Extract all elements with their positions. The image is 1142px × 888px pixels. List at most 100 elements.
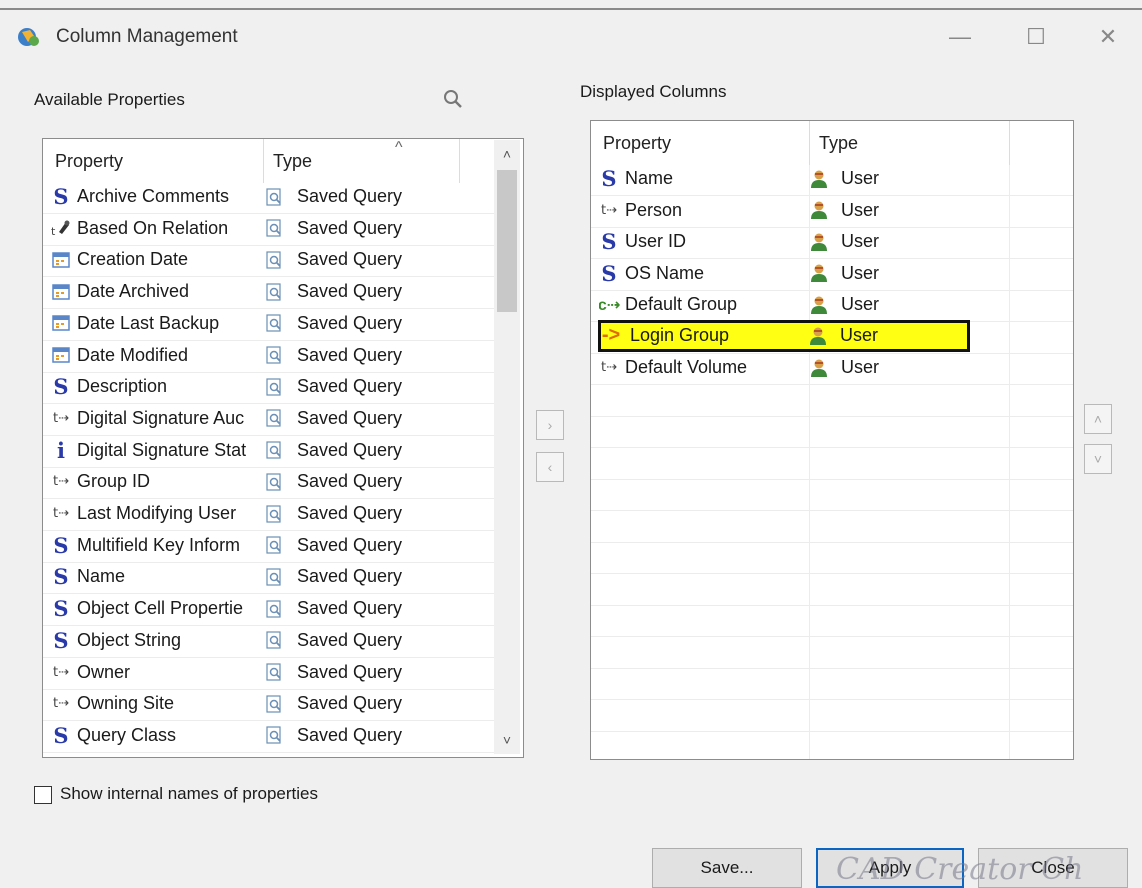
list-row[interactable]: S OS Name User [591,258,1073,289]
property-name: Object String [77,629,182,650]
grid-line [43,276,495,278]
column-header-type[interactable]: Type [273,151,312,172]
list-row[interactable]: t⇢ Default Volume User [591,352,1073,383]
property-name: Date Archived [77,281,190,302]
grid-line [43,434,495,436]
property-cell: S User ID [599,226,803,257]
available-list-scrollbar[interactable]: ˄ ˅ [494,140,520,754]
column-header-type[interactable]: Type [819,133,858,154]
list-row[interactable]: i Digital Signature Stat Saved Query [43,435,495,466]
list-row-highlighted[interactable]: -> Login Group User [590,320,1072,352]
list-row[interactable]: c⇢ Default Group User [591,289,1073,320]
scrollbar-thumb[interactable] [497,170,517,312]
list-row[interactable]: t⇢ Group ID Saved Query [43,466,495,497]
property-name: Digital Signature Auc [77,407,245,428]
saved-query-icon [265,661,285,683]
grid-line [591,604,1073,606]
list-row[interactable]: t⇢ Person User [591,195,1073,226]
type-name: User [841,168,880,188]
list-row[interactable]: t⇢ Owning Site Saved Query [43,688,495,719]
grid-line [43,530,495,531]
column-header-property[interactable]: Property [603,133,671,154]
list-row[interactable]: Creation Date Saved Query [43,244,495,275]
grid-line [591,636,1073,637]
type-name: Saved Query [297,629,403,650]
column-header-property[interactable]: Property [55,151,123,172]
list-row[interactable]: S Object Cell Propertie Saved Query [43,593,495,624]
app-icon [18,28,39,46]
t-reference-icon: t⇢ [53,696,69,712]
close-window-button[interactable]: ✕ [1088,20,1128,54]
type-cell: Saved Query [265,530,402,561]
grid-line [591,730,1073,732]
minimize-button[interactable]: — [940,20,980,54]
scroll-down-icon[interactable]: ˅ [494,726,520,754]
saved-query-icon [265,724,285,746]
saved-query-icon [265,471,285,493]
type-cell: Saved Query [265,720,402,751]
search-icon[interactable] [440,86,466,112]
list-row[interactable]: Date Last Backup Saved Query [43,308,495,339]
list-row[interactable]: t⇢ Last Modifying User Saved Query [43,498,495,529]
list-row[interactable]: Date Archived Saved Query [43,276,495,307]
list-row[interactable]: S Archive Comments Saved Query [43,181,495,212]
property-cell: t⇢ Owner [51,657,259,688]
property-cell: Date Archived [51,276,259,307]
list-row[interactable]: S Name Saved Query [43,561,495,592]
type-name: Saved Query [297,534,403,555]
property-cell: t Based On Relation [51,213,259,244]
list-row[interactable]: t Based On Relation Saved Query [43,213,495,244]
list-row[interactable]: S User ID User [591,226,1073,257]
s-string-icon: S [601,166,617,191]
list-row[interactable]: S Description Saved Query [43,371,495,402]
show-internal-names-checkbox[interactable] [34,786,52,804]
saved-query-icon [265,312,285,334]
type-cell: Saved Query [265,340,402,371]
type-name: User [840,325,879,345]
list-row[interactable]: S Name User [591,163,1073,194]
type-cell: User [809,352,879,383]
calendar-icon [51,249,71,271]
list-row[interactable]: Date Modified Saved Query [43,340,495,371]
property-name: Multifield Key Inform [77,534,241,555]
user-icon [809,357,829,379]
remove-column-button[interactable]: ‹ [536,452,564,482]
type-name: Saved Query [297,503,403,523]
property-cell: S Multifield Key Inform [51,530,259,561]
highlight-overlay-row[interactable]: -> Login Group User [590,320,1072,352]
type-cell: Saved Query [265,276,402,307]
grid-line [591,226,1073,228]
property-name: Creation Date [77,249,189,270]
save-button[interactable]: Save... [652,848,802,888]
sort-ascending-icon: ^ [395,139,403,156]
available-properties-list[interactable]: Property Type ^ S Archive Comments Saved Q… [42,138,524,758]
scroll-up-icon[interactable]: ˄ [494,140,520,168]
grid-line [43,213,495,214]
title-bar: Column Management — ☐ ✕ [0,10,1142,62]
list-row[interactable]: S Query Class Saved Query [43,720,495,751]
list-row[interactable]: t⇢ Digital Signature Auc Saved Query [43,403,495,434]
move-down-button[interactable]: ˅ [1084,444,1112,474]
grid-line [43,371,495,373]
user-icon [809,294,829,316]
maximize-button[interactable]: ☐ [1016,20,1056,54]
type-name: User [841,294,880,314]
available-properties-label: Available Properties [34,90,185,109]
list-row[interactable]: t⇢ Owner Saved Query [43,657,495,688]
svg-text:t: t [51,225,56,238]
displayed-columns-list[interactable]: Property Type S Name User t⇢ Person User S User… [590,120,1074,760]
property-name: Default Volume [625,357,748,377]
type-name: Saved Query [297,566,403,587]
move-up-button[interactable]: ˄ [1084,404,1112,434]
header-divider [263,139,264,183]
user-icon [809,262,829,284]
property-name: Group ID [77,471,151,492]
add-column-button[interactable]: › [536,410,564,440]
list-row[interactable]: S Multifield Key Inform Saved Query [43,530,495,561]
property-name: Digital Signature Stat [77,439,247,460]
apply-button[interactable]: Apply [816,848,964,888]
list-row[interactable]: S Object String Saved Query [43,625,495,656]
saved-query-icon [265,407,285,429]
close-button[interactable]: Close [978,848,1128,888]
saved-query-icon [265,249,285,271]
